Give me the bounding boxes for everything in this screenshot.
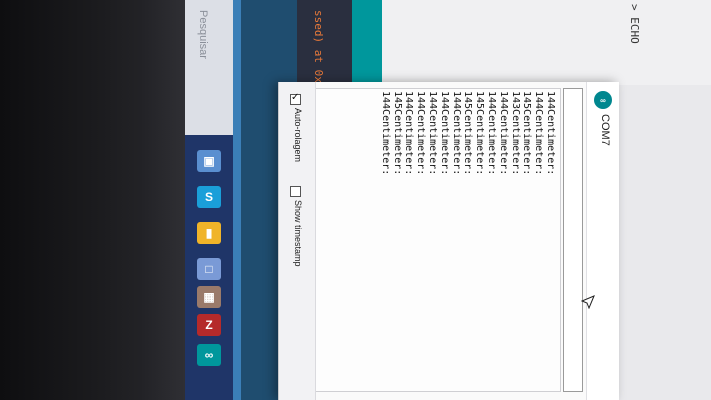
autoscroll-checkbox[interactable]: [290, 92, 301, 105]
monitor-edge: [140, 0, 188, 400]
mouse-cursor-icon: [581, 295, 595, 309]
window-title: COM7: [599, 114, 611, 146]
serial-output-line: 145Centimeter:: [391, 91, 403, 176]
serial-output-line: 144Centimeter:: [486, 91, 497, 176]
serial-input-field[interactable]: [563, 88, 583, 392]
filezilla-icon[interactable]: Z: [197, 314, 221, 336]
screen: Pesquisar ▣ S ▮ □ ▦ Z ∞ ssed) at 0x0000 > ECHO…: [185, 0, 711, 400]
arduino-icon[interactable]: ∞: [197, 344, 221, 366]
title-bar[interactable]: ∞ COM7: [586, 82, 619, 400]
options-bar: Auto-rolagem Show timestamp: [279, 82, 316, 400]
timestamp-checkbox[interactable]: [290, 186, 301, 197]
serial-monitor-window[interactable]: ∞ COM7 144Centimeter: 144Centimeter: 145Ce…: [278, 82, 619, 400]
serial-output-line: 144Centimeter:: [450, 91, 462, 176]
timestamp-label: Show timestamp: [293, 200, 303, 267]
ide-sidebar: [233, 0, 241, 400]
file-explorer-icon[interactable]: ▣: [197, 150, 221, 172]
search-placeholder: Pesquisar: [197, 10, 209, 59]
arduino-logo-icon: ∞: [594, 91, 612, 109]
serial-output-line: 145Centimeter:: [462, 91, 474, 176]
serial-output[interactable]: 144Centimeter: 144Centimeter: 145Centimete…: [315, 88, 561, 392]
serial-output-line: 145Centimeter:: [521, 91, 533, 176]
taskbar: Pesquisar ▣ S ▮ □ ▦ Z ∞: [185, 0, 233, 400]
serial-output-line: 144Centimeter:: [438, 91, 450, 176]
serial-output-line: 143Centimeter:: [509, 91, 521, 176]
serial-output-line: 144Centimeter:: [497, 91, 509, 176]
store-icon[interactable]: ▦: [197, 286, 221, 308]
serial-output-line: 144Centimeter:: [545, 91, 556, 176]
serial-output-line: 144Centimeter:: [379, 91, 391, 176]
serial-output-line: 144Centimeter:: [427, 91, 438, 176]
taskbar-search[interactable]: Pesquisar: [185, 0, 233, 135]
ide-toolbar: [352, 0, 382, 85]
app-icon[interactable]: □: [197, 258, 221, 280]
folder-icon[interactable]: ▮: [197, 222, 221, 244]
serial-output-line: 145Centimeter:: [474, 91, 486, 176]
breadcrumb: > ECHO: [628, 4, 641, 44]
serial-output-line: 144Centimeter:: [415, 91, 427, 176]
serial-output-line: 144Centimeter:: [403, 91, 415, 176]
skype-icon[interactable]: S: [197, 186, 221, 208]
background-window: [382, 0, 711, 85]
autoscroll-label: Auto-rolagem: [293, 108, 303, 163]
serial-output-line: 144Centimeter:: [533, 91, 545, 176]
